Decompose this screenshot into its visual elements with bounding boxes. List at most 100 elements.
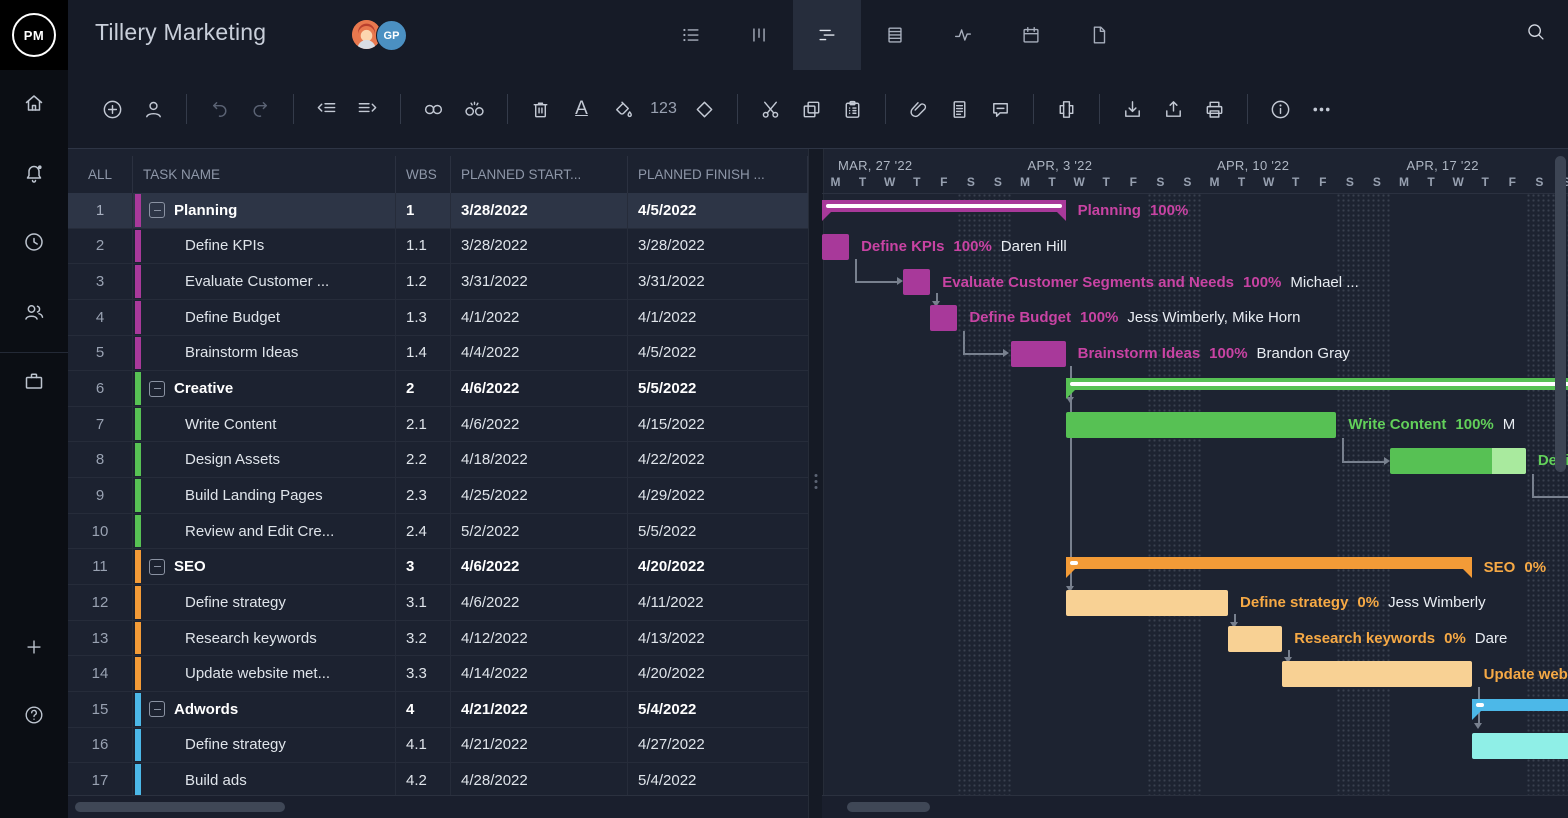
print-button[interactable]	[1194, 89, 1235, 130]
collapse-toggle-icon[interactable]	[149, 701, 165, 717]
wbs-cell[interactable]: 2.1	[396, 407, 451, 442]
planned-finish-cell[interactable]: 4/15/2022	[628, 407, 808, 442]
columns-button[interactable]	[1046, 89, 1087, 130]
outdent-button[interactable]	[306, 89, 347, 130]
text-color-button[interactable]: A	[561, 89, 602, 130]
collapse-toggle-icon[interactable]	[149, 202, 165, 218]
task-bar[interactable]	[1390, 448, 1525, 474]
collapse-toggle-icon[interactable]	[149, 559, 165, 575]
task-name-cell[interactable]: Planning	[133, 193, 396, 228]
attachment-button[interactable]	[898, 89, 939, 130]
task-name-cell[interactable]: Adwords	[133, 692, 396, 727]
planned-finish-cell[interactable]: 4/27/2022	[628, 728, 808, 763]
tab-list-view[interactable]	[657, 0, 725, 70]
tab-board-view[interactable]	[725, 0, 793, 70]
table-row[interactable]: 14Update website met...3.34/14/20224/20/…	[68, 656, 808, 692]
sidebar-item-notifications[interactable]	[0, 156, 68, 190]
planned-start-cell[interactable]: 4/28/2022	[451, 763, 628, 795]
planned-finish-cell[interactable]: 4/5/2022	[628, 336, 808, 371]
task-name-cell[interactable]: Update website met...	[133, 656, 396, 691]
undo-button[interactable]	[199, 89, 240, 130]
unlink-tasks-button[interactable]	[454, 89, 495, 130]
sidebar-item-portfolio[interactable]	[0, 364, 68, 398]
gantt-hscrollbar[interactable]	[822, 795, 1568, 818]
planned-finish-cell[interactable]: 4/11/2022	[628, 585, 808, 620]
wbs-cell[interactable]: 2	[396, 371, 451, 406]
redo-button[interactable]	[240, 89, 281, 130]
table-row[interactable]: 5Brainstorm Ideas1.44/4/20224/5/2022	[68, 336, 808, 372]
sidebar-item-team[interactable]	[0, 295, 68, 329]
planned-start-cell[interactable]: 4/4/2022	[451, 336, 628, 371]
table-row[interactable]: 2Define KPIs1.13/28/20223/28/2022	[68, 229, 808, 265]
planned-start-cell[interactable]: 4/6/2022	[451, 549, 628, 584]
gantt-hscroll-thumb[interactable]	[847, 802, 930, 812]
table-row[interactable]: 6Creative24/6/20225/5/2022	[68, 371, 808, 407]
table-row[interactable]: 16Define strategy4.14/21/20224/27/2022	[68, 728, 808, 764]
wbs-cell[interactable]: 1.1	[396, 229, 451, 264]
task-name-cell[interactable]: Define strategy	[133, 728, 396, 763]
wbs-cell[interactable]: 3.1	[396, 585, 451, 620]
table-row[interactable]: 15Adwords44/21/20225/4/2022	[68, 692, 808, 728]
task-name-cell[interactable]: Build Landing Pages	[133, 478, 396, 513]
planned-start-cell[interactable]: 4/21/2022	[451, 692, 628, 727]
task-name-cell[interactable]: Evaluate Customer ...	[133, 264, 396, 299]
planned-finish-cell[interactable]: 4/20/2022	[628, 549, 808, 584]
table-row[interactable]: 12Define strategy3.14/6/20224/11/2022	[68, 585, 808, 621]
member-avatar-initials[interactable]: GP	[376, 20, 407, 51]
search-icon[interactable]	[1525, 21, 1546, 42]
task-bar[interactable]	[1228, 626, 1282, 652]
planned-start-cell[interactable]: 4/6/2022	[451, 585, 628, 620]
add-task-button[interactable]	[92, 89, 133, 130]
notes-button[interactable]	[939, 89, 980, 130]
link-tasks-button[interactable]	[413, 89, 454, 130]
table-row[interactable]: 1Planning13/28/20224/5/2022	[68, 193, 808, 229]
gantt-vscroll-thumb[interactable]	[1555, 156, 1566, 472]
wbs-cell[interactable]: 2.3	[396, 478, 451, 513]
planned-start-cell[interactable]: 5/2/2022	[451, 514, 628, 549]
planned-finish-cell[interactable]: 5/5/2022	[628, 514, 808, 549]
planned-finish-cell[interactable]: 3/28/2022	[628, 229, 808, 264]
wbs-cell[interactable]: 3.3	[396, 656, 451, 691]
paste-button[interactable]	[832, 89, 873, 130]
planned-finish-cell[interactable]: 3/31/2022	[628, 264, 808, 299]
planned-finish-cell[interactable]: 4/13/2022	[628, 621, 808, 656]
table-row[interactable]: 13Research keywords3.24/12/20224/13/2022	[68, 621, 808, 657]
table-row[interactable]: 11SEO34/6/20224/20/2022	[68, 549, 808, 585]
task-bar[interactable]	[930, 305, 957, 331]
wbs-cell[interactable]: 4.1	[396, 728, 451, 763]
fill-color-button[interactable]	[602, 89, 643, 130]
collapse-toggle-icon[interactable]	[149, 381, 165, 397]
planned-finish-cell[interactable]: 5/4/2022	[628, 763, 808, 795]
table-row[interactable]: 4Define Budget1.34/1/20224/1/2022	[68, 300, 808, 336]
wbs-cell[interactable]: 1	[396, 193, 451, 228]
import-button[interactable]	[1112, 89, 1153, 130]
wbs-cell[interactable]: 3	[396, 549, 451, 584]
export-button[interactable]	[1153, 89, 1194, 130]
summary-bar[interactable]	[822, 200, 1066, 212]
task-name-cell[interactable]: Brainstorm Ideas	[133, 336, 396, 371]
info-button[interactable]	[1260, 89, 1301, 130]
column-header-planned-finish[interactable]: PLANNED FINISH ...	[628, 156, 808, 193]
task-name-cell[interactable]: Design Assets	[133, 442, 396, 477]
column-header-planned-start[interactable]: PLANNED START...	[451, 156, 628, 193]
cut-button[interactable]	[750, 89, 791, 130]
task-name-cell[interactable]: Define strategy	[133, 585, 396, 620]
wbs-cell[interactable]: 2.4	[396, 514, 451, 549]
task-name-cell[interactable]: Creative	[133, 371, 396, 406]
planned-finish-cell[interactable]: 4/1/2022	[628, 300, 808, 335]
assign-button[interactable]	[133, 89, 174, 130]
wbs-cell[interactable]: 4.2	[396, 763, 451, 795]
app-logo[interactable]: PM	[0, 0, 68, 70]
number-format-button[interactable]: 123	[643, 89, 684, 130]
task-name-cell[interactable]: Write Content	[133, 407, 396, 442]
comment-button[interactable]	[980, 89, 1021, 130]
planned-start-cell[interactable]: 4/6/2022	[451, 407, 628, 442]
planned-finish-cell[interactable]: 4/5/2022	[628, 193, 808, 228]
task-name-cell[interactable]: SEO	[133, 549, 396, 584]
sidebar-item-help[interactable]	[0, 698, 68, 732]
summary-bar[interactable]	[1472, 699, 1568, 711]
wbs-cell[interactable]: 3.2	[396, 621, 451, 656]
wbs-cell[interactable]: 4	[396, 692, 451, 727]
table-row[interactable]: 7Write Content2.14/6/20224/15/2022	[68, 407, 808, 443]
sidebar-item-time[interactable]	[0, 225, 68, 259]
